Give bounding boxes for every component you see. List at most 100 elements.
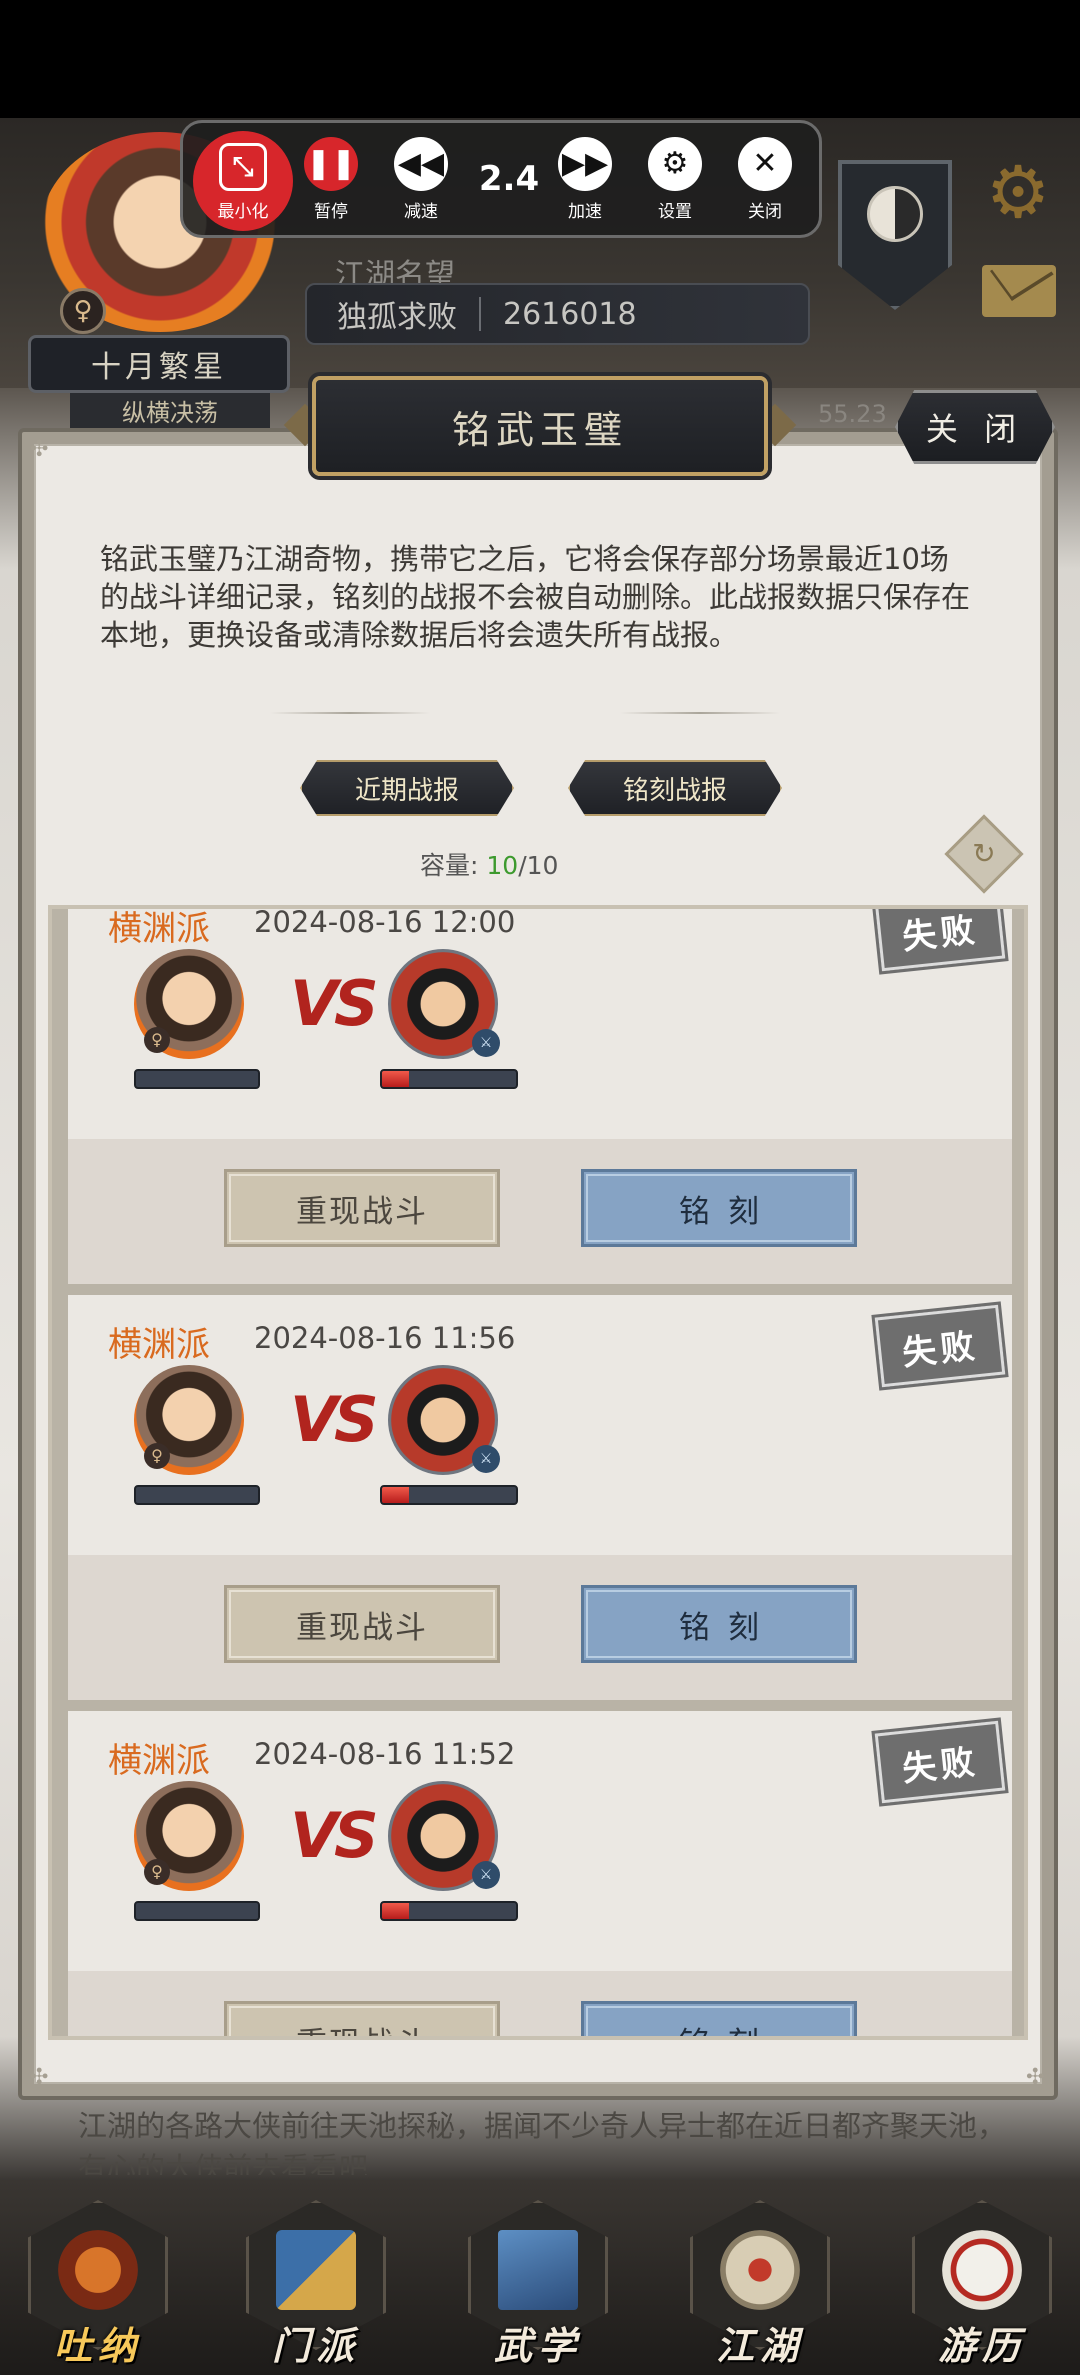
nav-label: 门派 [271,2324,360,2368]
slow-down-button[interactable]: ◀◀ 减速 [381,137,461,222]
enemy-hp-bar [380,1901,518,1921]
rewind-icon: ◀◀ [394,137,448,191]
tab-engraved-reports[interactable]: 铭刻战报 [568,760,782,816]
engrave-button[interactable]: 铭刻 [581,1169,857,1247]
record-actions: 重现战斗 铭刻 [68,1555,1012,1700]
capacity-used: 10 [486,851,519,880]
gear-icon: ⚙ [648,137,702,191]
gourd-icon [58,2230,138,2310]
capacity-label: 容量: [420,851,479,880]
book-icon [498,2230,578,2310]
settings-gear-icon[interactable]: ⚙ [978,152,1058,232]
gender-female-icon: ♀ [144,1443,170,1469]
engrave-button[interactable]: 铭刻 [581,1585,857,1663]
dialog-close-button[interactable]: 关 闭 [895,390,1055,464]
toolbar-settings-label: 设置 [658,202,692,222]
fame-box: 独孤求败 2616018 [305,283,810,345]
player-hp-bar [134,1901,260,1921]
player-subtitle: 纵横决荡 [70,393,270,433]
status-bar [0,0,1080,118]
pause-icon: ❚❚ [304,137,358,191]
fame-value: 2616018 [503,296,637,332]
battle-report-list[interactable]: 横渊派 2024-08-16 12:00 失败 ♀ VS ⚔ 重现战斗 铭刻 横… [48,905,1028,2040]
record-header: 横渊派 2024-08-16 12:00 失败 ♀ VS ⚔ [68,905,1012,1139]
news-ticker: 江湖的各路大侠前往天池探秘，据闻不少奇人异士都在近日都齐聚天池，有心的大侠前去看… [78,2109,1007,2175]
toolbar-close-label: 关闭 [748,202,782,222]
tab-recent-reports[interactable]: 近期战报 [300,760,514,816]
record-sect: 横渊派 [108,1741,210,1781]
speed-up-button[interactable]: ▶▶ 加速 [545,137,625,222]
record-header: 横渊派 2024-08-16 11:56 失败 ♀ VS ⚔ [68,1295,1012,1555]
record-header: 横渊派 2024-08-16 11:52 失败 ♀ VS ⚔ [68,1711,1012,1971]
toolbar-close-button[interactable]: ✕ 关闭 [725,137,805,222]
player-name: 十月繁星 [28,335,290,393]
nav-label: 游历 [937,2324,1026,2368]
minimize-icon: ⤡ [219,143,267,191]
nav-item-sect[interactable]: 门派 [236,2200,396,2370]
minimize-label: 最小化 [217,202,269,222]
nav-label: 武学 [493,2324,582,2368]
vs-label: VS [290,1383,379,1456]
result-stamp: 失败 [871,1301,1009,1391]
result-stamp: 失败 [871,909,1009,975]
record-sect: 横渊派 [108,1325,210,1365]
battle-record: 横渊派 2024-08-16 11:56 失败 ♀ VS ⚔ 重现战斗 铭刻 [68,1295,1012,1700]
enemy-hp-bar [380,1485,518,1505]
corner-ornament: ✣ [30,437,49,462]
hat-icon [720,2230,800,2310]
player-hp-bar [134,1069,260,1089]
record-actions: 重现战斗 铭刻 [68,1971,1012,2036]
refresh-icon: ↻ [972,837,996,870]
horse-icon [942,2230,1022,2310]
slow-down-label: 减速 [404,202,438,222]
divider [620,712,780,714]
speed-value: 2.4 [478,159,540,199]
speed-toolbar: ⤡ 最小化 ❚❚ 暂停 ◀◀ 减速 2.4 ▶▶ 加速 ⚙ 设置 ✕ 关闭 [180,120,822,238]
divider [270,712,430,714]
engrave-button[interactable]: 铭刻 [581,2001,857,2036]
mail-icon[interactable] [982,265,1056,317]
nav-label: 吐纳 [53,2324,142,2368]
enemy-hp-bar [380,1069,518,1089]
minimize-button[interactable]: ⤡ 最小化 [193,131,293,231]
nav-item-breathing[interactable]: 吐纳 [18,2200,178,2370]
sword-icon: ⚔ [472,1445,500,1473]
bottom-nav: 吐纳 门派 武学 江湖 游历 [0,2180,1080,2375]
record-sect: 横渊派 [108,909,210,949]
replay-battle-button[interactable]: 重现战斗 [224,1585,500,1663]
battle-record: 横渊派 2024-08-16 11:52 失败 ♀ VS ⚔ 重现战斗 铭刻 [68,1711,1012,2036]
corner-ornament: ✣ [30,2065,49,2090]
corner-ornament: ✣ [1026,2065,1045,2090]
capacity: 容量: 10/10 [420,846,558,882]
result-stamp: 失败 [871,1717,1009,1807]
nav-item-travel[interactable]: 游历 [902,2200,1062,2370]
gender-female-icon: ♀ [144,1859,170,1885]
toolbar-settings-button[interactable]: ⚙ 设置 [635,137,715,222]
fame-rank: 独孤求败 [337,300,457,335]
side-number: 55.23 [818,400,887,428]
pause-label: 暂停 [314,202,348,222]
vs-label: VS [290,1799,379,1872]
nav-item-jianghu[interactable]: 江湖 [680,2200,840,2370]
dialog-title: 铭武玉璧 [312,376,768,476]
dialog-description: 铭武玉璧乃江湖奇物，携带它之后，它将会保存部分场景最近10场的战斗详细记录，铭刻… [100,542,971,652]
sword-icon: ⚔ [472,1029,500,1057]
pause-button[interactable]: ❚❚ 暂停 [291,137,371,222]
banner-icon [276,2230,356,2310]
fast-forward-icon: ▶▶ [558,137,612,191]
speed-up-label: 加速 [568,202,602,222]
battle-record: 横渊派 2024-08-16 12:00 失败 ♀ VS ⚔ 重现战斗 铭刻 [68,905,1012,1284]
replay-battle-button[interactable]: 重现战斗 [224,1169,500,1247]
nav-item-martial-arts[interactable]: 武学 [458,2200,618,2370]
vs-label: VS [290,967,379,1040]
fame-separator [479,297,481,331]
record-actions: 重现战斗 铭刻 [68,1139,1012,1284]
yin-yang-icon [867,186,923,242]
player-hp-bar [134,1485,260,1505]
capacity-total: /10 [518,851,559,880]
record-time: 2024-08-16 12:00 [254,905,516,939]
replay-battle-button[interactable]: 重现战斗 [224,2001,500,2036]
record-time: 2024-08-16 11:56 [254,1321,516,1355]
gender-female-icon: ♀ [144,1027,170,1053]
gender-female-icon: ♀ [60,288,106,334]
